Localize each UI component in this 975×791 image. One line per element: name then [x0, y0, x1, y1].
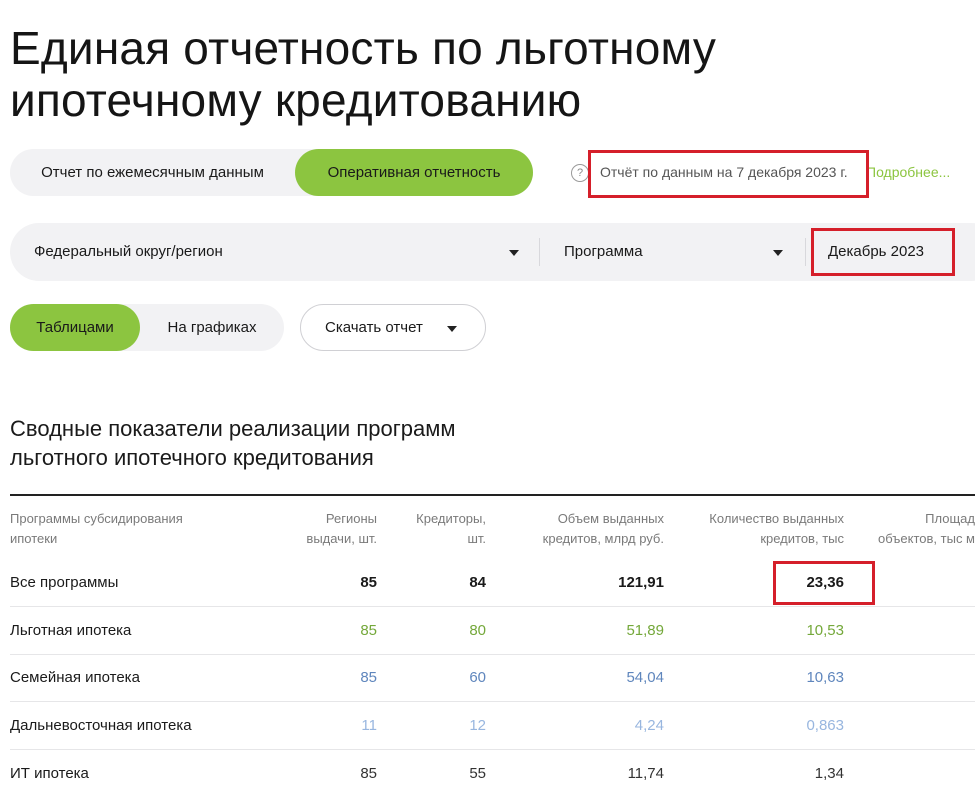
header-text: ипотеки — [10, 531, 58, 546]
header-text: Количество выданных — [709, 511, 844, 526]
tab-monthly-report[interactable]: Отчет по ежемесячным данным — [10, 149, 295, 196]
row-preferential-name: Льготная ипотека — [10, 622, 132, 639]
row-fareast-volume: 4,24 — [634, 717, 664, 734]
period-filter-value[interactable]: Декабрь 2023 — [828, 243, 924, 260]
row-family-volume: 54,04 — [626, 669, 664, 686]
page-title-line2: ипотечному кредитованию — [10, 74, 582, 126]
row-divider — [10, 606, 975, 607]
row-fareast-name: Дальневосточная ипотека — [10, 717, 192, 734]
column-header-count: Количество выданных кредитов, тыс — [709, 509, 844, 549]
header-text: шт. — [467, 531, 486, 546]
row-all-programs-creditors: 84 — [469, 574, 486, 591]
row-preferential-volume: 51,89 — [626, 622, 664, 639]
help-icon[interactable]: ? — [571, 164, 589, 182]
row-family-creditors: 60 — [469, 669, 486, 686]
download-report-label: Скачать отчет — [325, 319, 423, 336]
column-header-regions: Регионы выдачи, шт. — [306, 509, 377, 549]
header-text: Кредиторы, — [416, 511, 486, 526]
header-text: Программы субсидирования — [10, 511, 183, 526]
filter-divider — [539, 238, 540, 266]
tab-operational-report[interactable]: Оперативная отчетность — [295, 149, 533, 196]
region-chevron-down-icon[interactable] — [509, 250, 519, 256]
page-title: Единая отчетность по льготному ипотечном… — [10, 22, 716, 126]
download-report-button[interactable]: Скачать отчет — [300, 304, 486, 351]
view-mode-switch: Таблицами На графиках — [10, 304, 284, 351]
header-text: Площад — [925, 511, 975, 526]
column-header-area: Площад объектов, тыс м — [868, 509, 975, 549]
section-title-line2: льготного ипотечного кредитования — [10, 445, 374, 470]
program-filter-label[interactable]: Программа — [564, 243, 643, 260]
row-divider — [10, 749, 975, 750]
report-date-text: Отчёт по данным на 7 декабря 2023 г. — [600, 164, 848, 180]
row-fareast-count: 0,863 — [806, 717, 844, 734]
row-all-programs-name: Все программы — [10, 574, 119, 591]
row-all-programs-volume: 121,91 — [618, 574, 664, 591]
column-header-creditors: Кредиторы, шт. — [416, 509, 486, 549]
tab-tables-view[interactable]: Таблицами — [10, 304, 140, 351]
row-family-regions: 85 — [360, 669, 377, 686]
report-type-switch: Отчет по ежемесячным данным Оперативная … — [10, 149, 533, 196]
header-text: Объем выданных — [557, 511, 664, 526]
table-top-border — [10, 494, 975, 496]
column-header-program: Программы субсидирования ипотеки — [10, 509, 183, 549]
tab-charts-view[interactable]: На графиках — [140, 304, 284, 351]
header-text: Регионы — [325, 511, 377, 526]
row-it-creditors: 55 — [469, 765, 486, 782]
header-text: объектов, тыс м — [878, 531, 975, 546]
row-it-volume: 11,74 — [627, 765, 664, 782]
row-family-name: Семейная ипотека — [10, 669, 140, 686]
row-preferential-regions: 85 — [360, 622, 377, 639]
row-all-programs-count: 23,36 — [806, 574, 844, 591]
section-title: Сводные показатели реализации программ л… — [10, 414, 570, 472]
section-title-line1: Сводные показатели реализации программ — [10, 416, 456, 441]
row-divider — [10, 701, 975, 702]
region-filter-label[interactable]: Федеральный округ/регион — [34, 243, 223, 260]
row-it-count: 1,34 — [814, 765, 844, 782]
chevron-down-icon — [447, 326, 457, 332]
row-it-name: ИТ ипотека — [10, 765, 89, 782]
header-text: кредитов, тыс — [760, 531, 844, 546]
column-header-volume: Объем выданных кредитов, млрд руб. — [543, 509, 664, 549]
program-chevron-down-icon[interactable] — [773, 250, 783, 256]
row-all-programs-regions: 85 — [360, 574, 377, 591]
row-divider — [10, 654, 975, 655]
row-family-count: 10,63 — [806, 669, 844, 686]
row-fareast-creditors: 12 — [469, 717, 486, 734]
more-info-link[interactable]: Подробнее... — [866, 164, 950, 180]
header-text: выдачи, шт. — [306, 531, 377, 546]
row-it-regions: 85 — [360, 765, 377, 782]
row-preferential-count: 10,53 — [806, 622, 844, 639]
filter-divider — [805, 238, 806, 266]
row-fareast-regions: 11 — [361, 717, 377, 734]
header-text: кредитов, млрд руб. — [542, 531, 664, 546]
page-title-line1: Единая отчетность по льготному — [10, 22, 717, 74]
row-preferential-creditors: 80 — [469, 622, 486, 639]
